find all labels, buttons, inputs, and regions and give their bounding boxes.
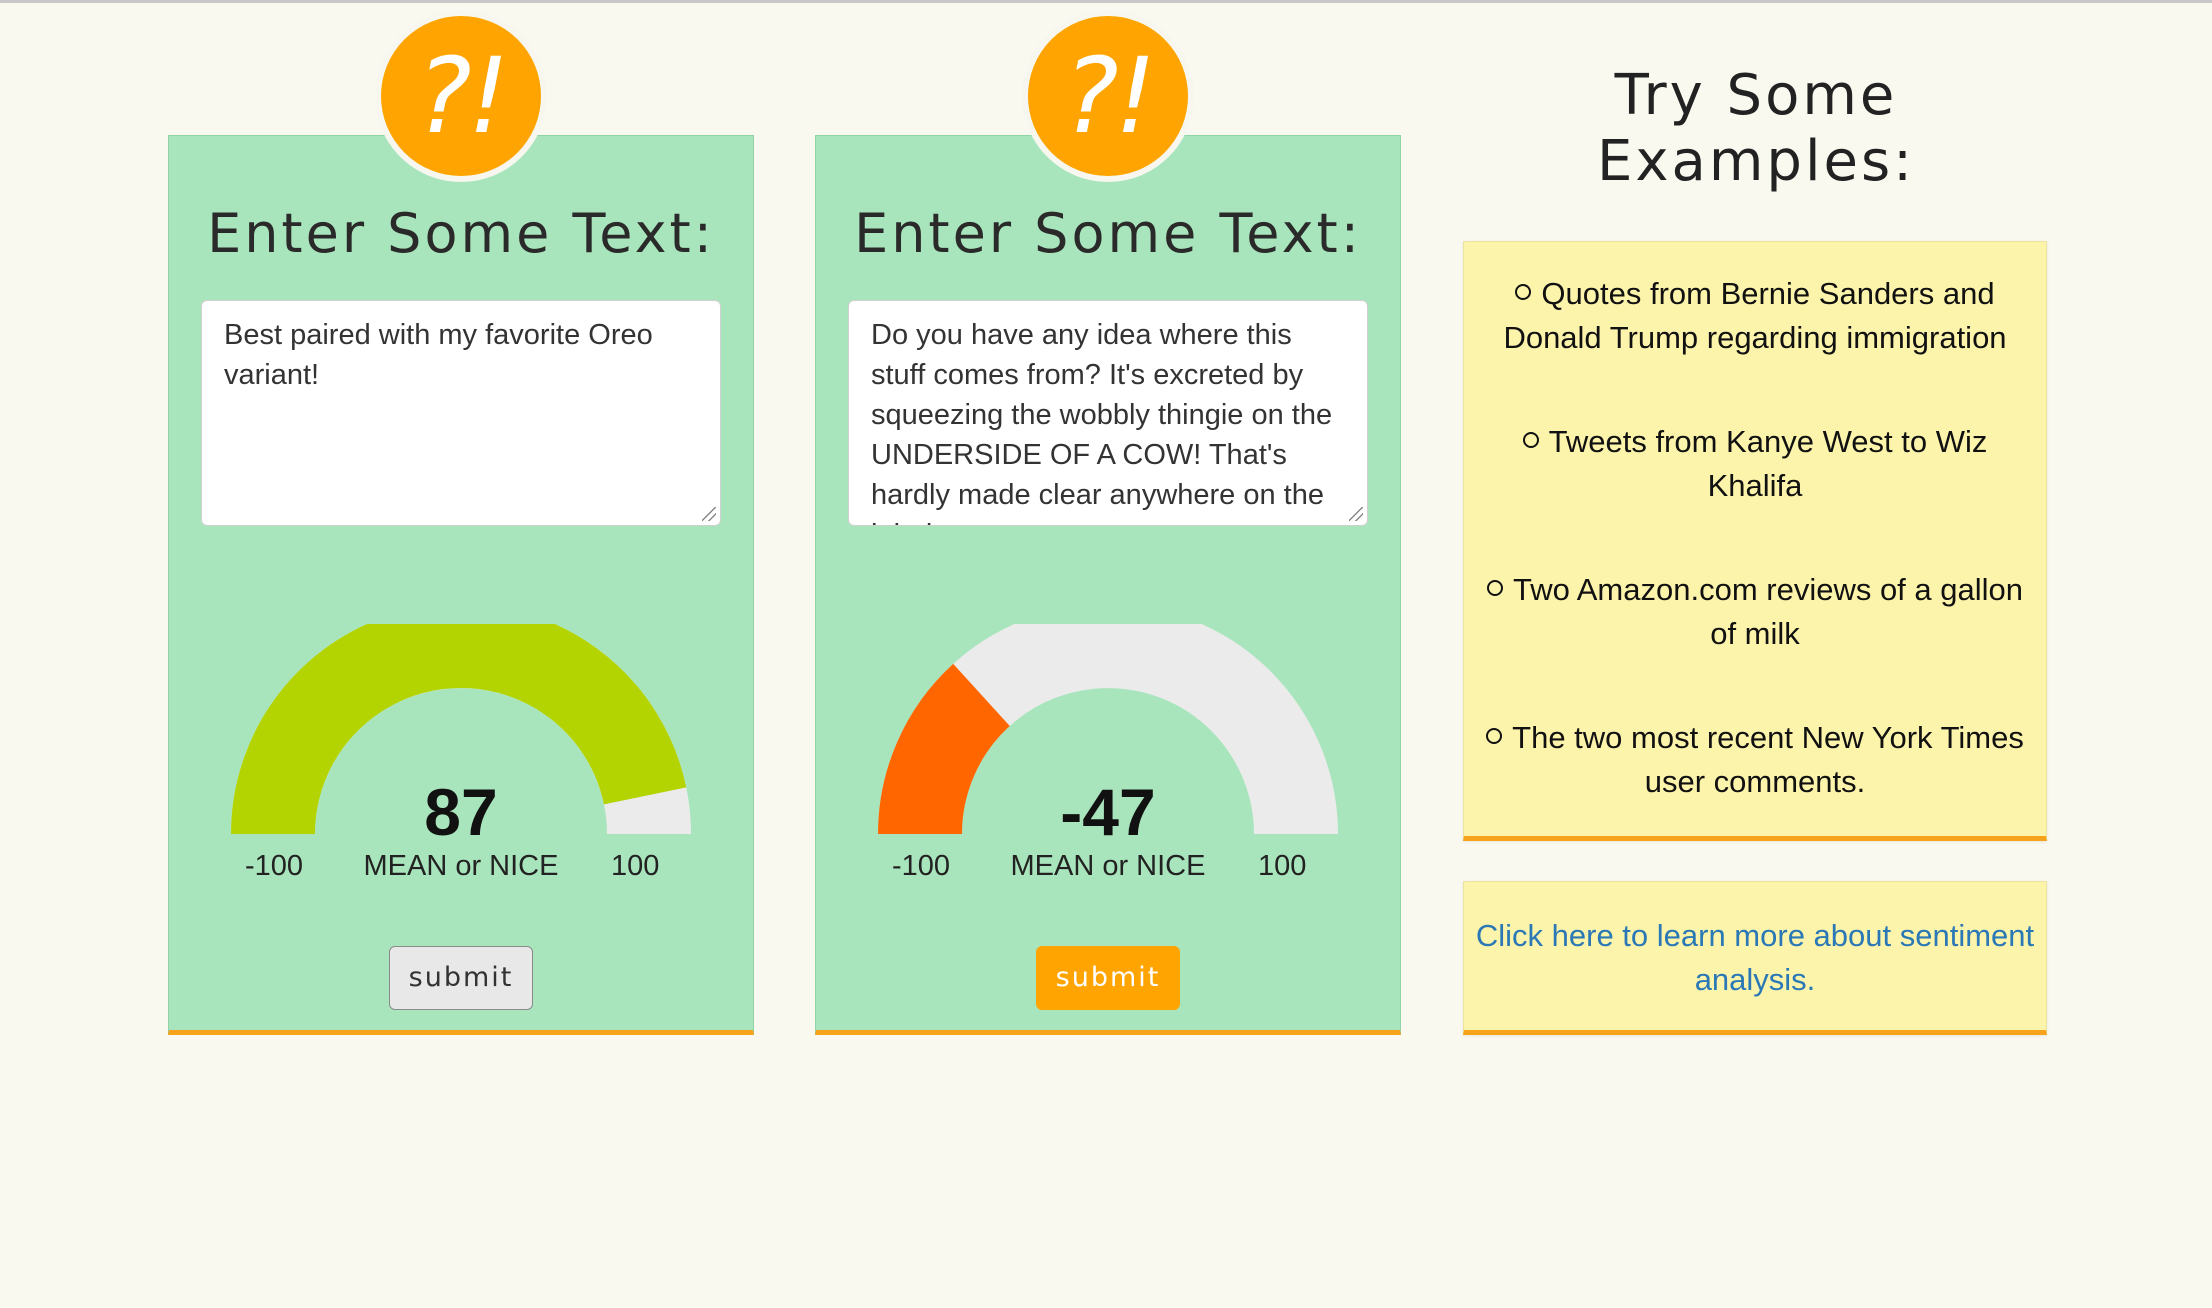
circle-bullet-icon (1486, 728, 1503, 744)
panel-title: Enter Some Text: (207, 202, 715, 265)
examples-heading-line2: Examples: (1597, 129, 1915, 194)
examples-heading-line1: Try Some (1614, 63, 1898, 128)
gauge-value: -47 (1060, 775, 1156, 849)
examples-heading: Try Some Examples: (1464, 63, 2048, 195)
example-item[interactable]: Tweets from Kanye West to Wiz Khalifa (1484, 420, 2026, 508)
example-item-label: Tweets from Kanye West to Wiz Khalifa (1548, 424, 1988, 503)
question-exclamation-logo: ?! (1022, 10, 1194, 182)
examples-list: Quotes from Bernie Sanders and Donald Tr… (1484, 272, 2026, 804)
gauge-value: 87 (424, 775, 498, 849)
example-item[interactable]: The two most recent New York Times user … (1484, 716, 2026, 804)
sentiment-panel-2: ?! Enter Some Text: Do you have any idea… (815, 10, 1401, 1035)
panel-title: Enter Some Text: (854, 202, 1362, 265)
example-item-label: Quotes from Bernie Sanders and Donald Tr… (1503, 276, 2007, 355)
gauge-max-label: 100 (611, 850, 660, 882)
example-item-label: Two Amazon.com reviews of a gallon of mi… (1512, 572, 2024, 651)
resize-grip-icon[interactable] (702, 507, 716, 521)
learn-more-box: Click here to learn more about sentiment… (1463, 881, 2047, 1035)
resize-grip-icon[interactable] (1349, 507, 1363, 521)
example-item[interactable]: Two Amazon.com reviews of a gallon of mi… (1484, 568, 2026, 656)
question-exclamation-logo: ?! (375, 10, 547, 182)
sentiment-gauge: -47 -100 MEAN or NICE 100 (878, 624, 1338, 882)
text-input-area[interactable]: Do you have any idea where this stuff co… (848, 300, 1368, 526)
circle-bullet-icon (1522, 432, 1539, 448)
circle-bullet-icon (1486, 580, 1503, 596)
examples-box: Quotes from Bernie Sanders and Donald Tr… (1463, 241, 2047, 841)
submit-button[interactable]: submit (389, 946, 533, 1010)
learn-more-link[interactable]: Click here to learn more about sentiment… (1464, 914, 2046, 1002)
text-input-area[interactable]: Best paired with my favorite Oreo varian… (201, 300, 721, 526)
circle-bullet-icon (1515, 284, 1532, 300)
text-input-value: Best paired with my favorite Oreo varian… (224, 319, 653, 391)
sentiment-panel-1: ?! Enter Some Text: Best paired with my … (168, 10, 754, 1035)
sentiment-gauge: 87 -100 MEAN or NICE 100 (231, 624, 691, 882)
gauge-max-label: 100 (1258, 850, 1307, 882)
text-input-value: Do you have any idea where this stuff co… (871, 319, 1333, 525)
example-item[interactable]: Quotes from Bernie Sanders and Donald Tr… (1484, 272, 2026, 360)
example-item-label: The two most recent New York Times user … (1512, 720, 2024, 799)
submit-button[interactable]: submit (1036, 946, 1180, 1010)
